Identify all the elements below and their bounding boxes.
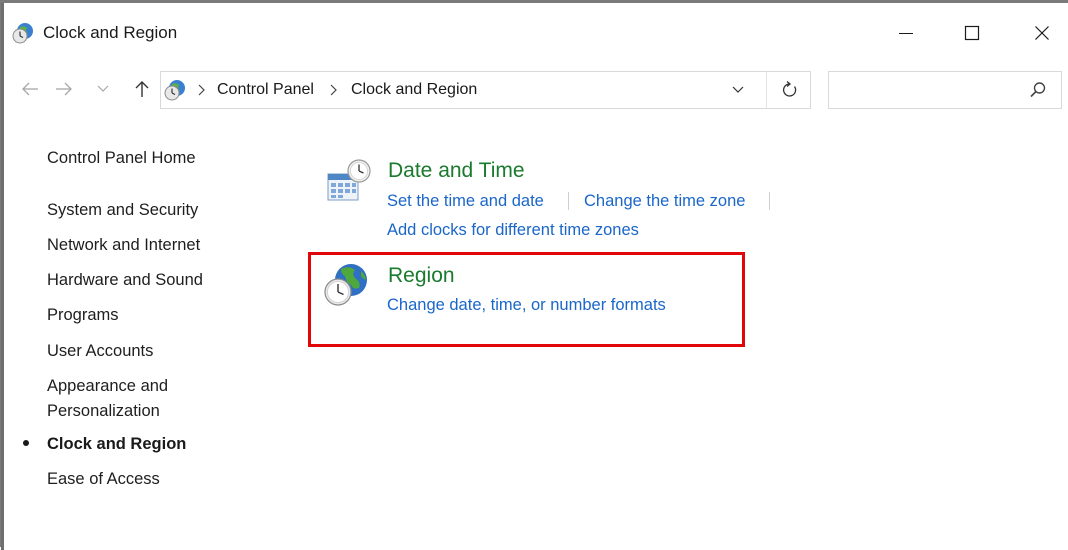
breadcrumb-clock-and-region[interactable]: Clock and Region bbox=[351, 81, 477, 99]
sidebar-item-system-and-security[interactable]: System and Security bbox=[47, 198, 198, 223]
sidebar-item-clock-and-region[interactable]: Clock and Region bbox=[47, 432, 186, 457]
breadcrumb-separator[interactable] bbox=[195, 81, 209, 99]
sidebar-item-network-and-internet[interactable]: Network and Internet bbox=[47, 233, 200, 258]
add-clocks-link[interactable]: Add clocks for different time zones bbox=[387, 221, 639, 240]
active-item-bullet bbox=[23, 440, 29, 446]
window-title: Clock and Region bbox=[43, 23, 178, 42]
link-separator bbox=[769, 192, 770, 210]
maximize-icon bbox=[964, 25, 980, 41]
link-separator bbox=[568, 192, 569, 210]
sidebar-item-control-panel-home[interactable]: Control Panel Home bbox=[47, 146, 196, 171]
minimize-button[interactable] bbox=[884, 17, 928, 49]
search-icon[interactable] bbox=[1029, 81, 1047, 99]
arrow-left-icon bbox=[22, 82, 38, 96]
breadcrumb-control-panel[interactable]: Control Panel bbox=[217, 81, 314, 99]
sidebar-item-appearance-line1[interactable]: Appearance and bbox=[47, 374, 168, 399]
title-bar[interactable]: Clock and Region bbox=[1, 3, 1068, 59]
sidebar-item-appearance-line2[interactable]: Personalization bbox=[47, 399, 160, 424]
chevron-down-icon bbox=[97, 85, 109, 92]
close-button[interactable] bbox=[1020, 17, 1064, 49]
maximize-button[interactable] bbox=[950, 17, 994, 49]
chevron-right-icon bbox=[330, 84, 337, 96]
control-panel-window: Clock and Region Control Panel Clock and… bbox=[0, 0, 1068, 550]
chevron-right-icon bbox=[198, 84, 205, 96]
search-box[interactable] bbox=[828, 71, 1062, 109]
recent-locations-button[interactable] bbox=[93, 75, 113, 103]
arrow-up-icon bbox=[135, 81, 149, 97]
refresh-icon bbox=[783, 81, 797, 97]
sidebar-item-ease-of-access[interactable]: Ease of Access bbox=[47, 467, 160, 492]
region-highlight-box bbox=[308, 252, 745, 347]
back-button[interactable] bbox=[17, 75, 43, 103]
sidebar-item-user-accounts[interactable]: User Accounts bbox=[47, 339, 153, 364]
arrow-right-icon bbox=[56, 82, 72, 96]
up-button[interactable] bbox=[129, 75, 155, 103]
navigation-bar: Control Panel Clock and Region bbox=[1, 63, 1068, 115]
search-input[interactable] bbox=[829, 72, 1019, 108]
minimize-icon bbox=[899, 33, 913, 34]
set-time-and-date-link[interactable]: Set the time and date bbox=[387, 192, 544, 211]
date-and-time-title[interactable]: Date and Time bbox=[388, 159, 525, 183]
close-icon bbox=[1035, 26, 1049, 40]
sidebar-item-programs[interactable]: Programs bbox=[47, 303, 119, 328]
clock-globe-icon bbox=[12, 23, 33, 44]
address-divider bbox=[766, 72, 767, 108]
address-bar[interactable]: Control Panel Clock and Region bbox=[160, 71, 811, 109]
clock-globe-icon bbox=[164, 80, 185, 101]
calendar-clock-icon[interactable] bbox=[326, 158, 372, 204]
address-history-dropdown[interactable] bbox=[727, 80, 749, 100]
left-navigation-pane: Control Panel Home System and Security N… bbox=[1, 123, 291, 543]
change-time-zone-link[interactable]: Change the time zone bbox=[584, 192, 745, 211]
refresh-button[interactable] bbox=[778, 78, 802, 102]
forward-button[interactable] bbox=[51, 75, 77, 103]
breadcrumb-separator[interactable] bbox=[327, 81, 341, 99]
sidebar-item-hardware-and-sound[interactable]: Hardware and Sound bbox=[47, 268, 203, 293]
chevron-down-icon bbox=[732, 86, 744, 93]
